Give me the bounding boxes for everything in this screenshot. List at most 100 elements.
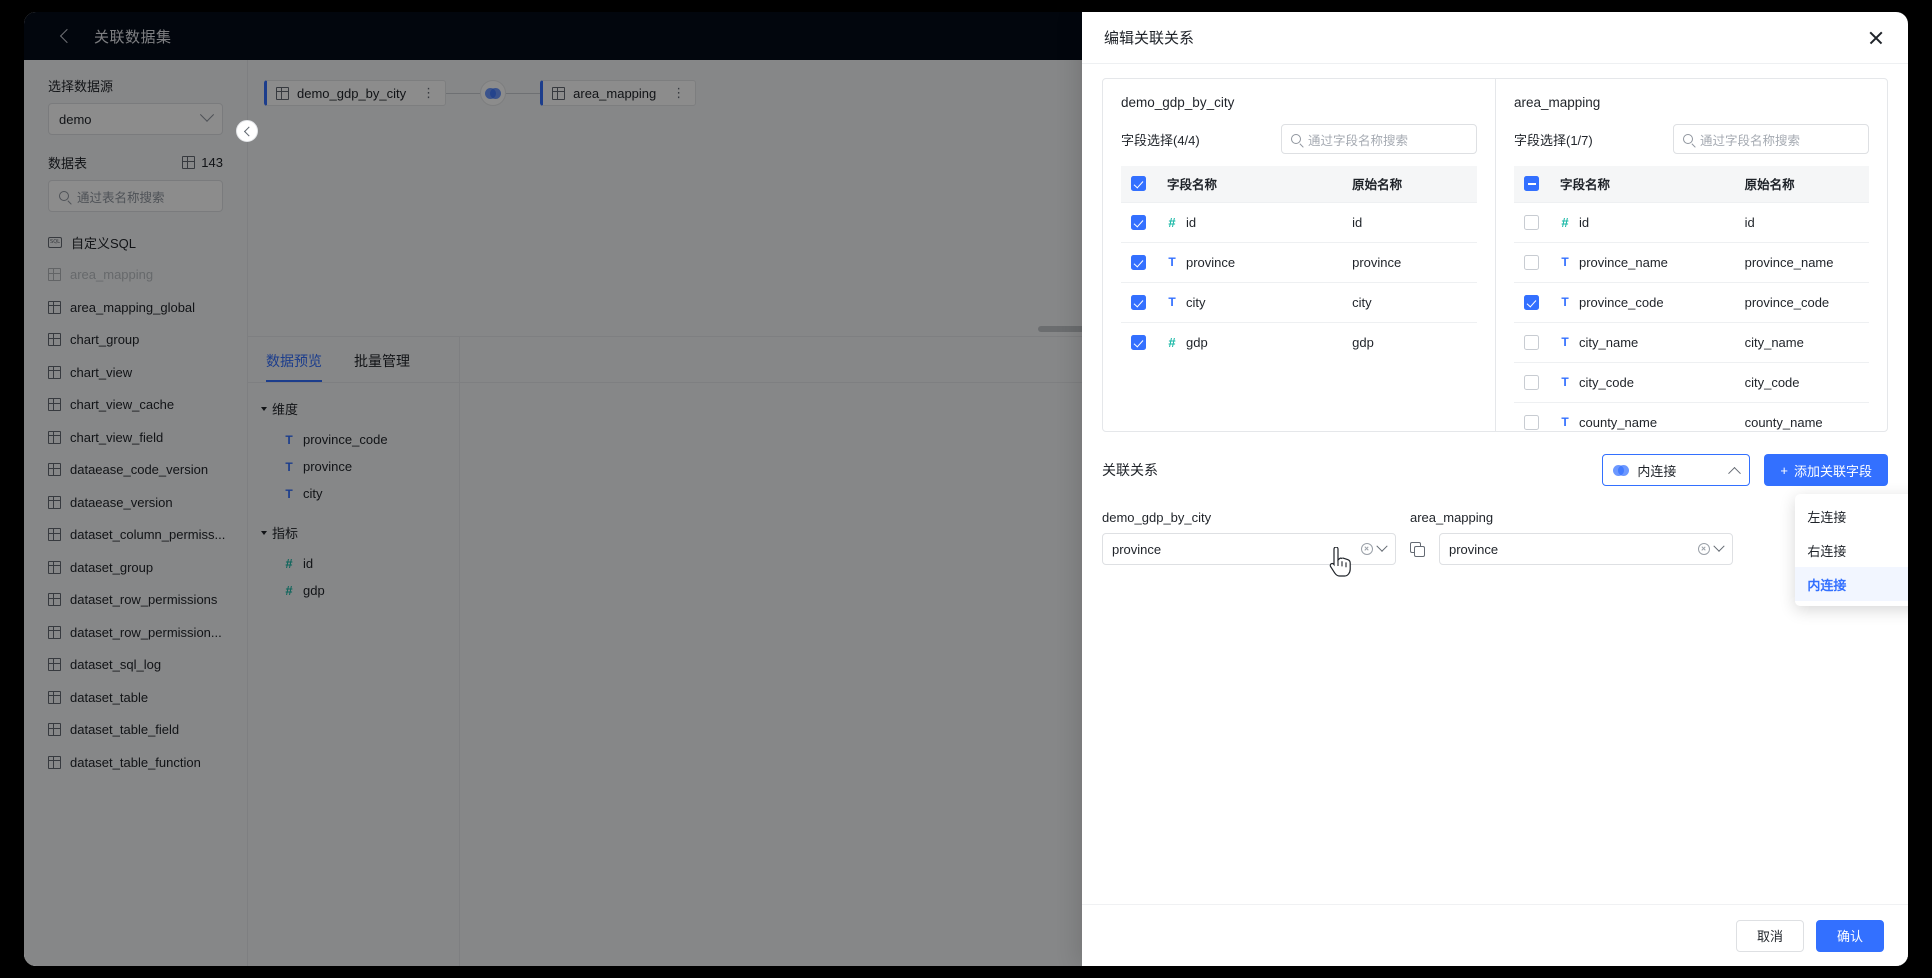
menu-item[interactable]: 左连接 bbox=[1795, 499, 1908, 533]
relation-left-field-value: province bbox=[1112, 541, 1162, 557]
field-name-cell: county_name bbox=[1579, 414, 1658, 430]
right-col-field-name: 字段名称 bbox=[1560, 166, 1745, 202]
right-select-all-checkbox[interactable] bbox=[1524, 176, 1539, 192]
table-row[interactable]: Tprovince_code province_code bbox=[1514, 281, 1869, 322]
left-pane-table-name: demo_gdp_by_city bbox=[1121, 95, 1235, 110]
row-checkbox[interactable] bbox=[1131, 215, 1146, 231]
origin-name-cell: city_name bbox=[1744, 334, 1804, 350]
relation-field-row: province province bbox=[1102, 533, 1888, 565]
origin-name-cell: id bbox=[1352, 214, 1363, 230]
row-checkbox[interactable] bbox=[1524, 375, 1539, 391]
search-icon bbox=[1291, 134, 1301, 144]
relation-header: 关联关系 内连接 + 添加关联字段 左连接 右连接 内连接 bbox=[1102, 454, 1908, 606]
left-field-search-input[interactable]: 通过字段名称搜索 bbox=[1281, 124, 1477, 154]
field-name-cell: id bbox=[1186, 214, 1197, 230]
row-checkbox[interactable] bbox=[1131, 335, 1146, 351]
relation-field-labels: demo_gdp_by_city area_mapping bbox=[1102, 510, 1888, 525]
cancel-button[interactable]: 取消 bbox=[1735, 919, 1804, 952]
clear-icon[interactable] bbox=[1698, 543, 1710, 555]
row-checkbox[interactable] bbox=[1131, 295, 1146, 311]
text-type-icon: T bbox=[1561, 415, 1569, 430]
right-field-pane: area_mapping 字段选择(1/7) 通过字段名称搜索 字段名称 原始名… bbox=[1495, 79, 1887, 431]
text-type-icon: T bbox=[1561, 375, 1569, 389]
right-field-search-placeholder: 通过字段名称搜索 bbox=[1700, 133, 1801, 148]
table-row[interactable]: # gdp gdp bbox=[1121, 321, 1477, 362]
table-row[interactable]: # id id bbox=[1121, 201, 1477, 242]
left-pane-select-label: 字段选择(4/4) bbox=[1121, 132, 1200, 148]
relation-right-table-label: area_mapping bbox=[1410, 510, 1494, 525]
relation-left-table-label: demo_gdp_by_city bbox=[1102, 510, 1212, 525]
menu-item[interactable]: 内连接 bbox=[1795, 567, 1908, 601]
text-type-icon: T bbox=[1168, 255, 1176, 269]
table-row[interactable]: Tprovince province bbox=[1121, 241, 1477, 282]
relation-left-field-select[interactable]: province bbox=[1102, 533, 1396, 565]
table-header-row: 字段名称 原始名称 bbox=[1514, 166, 1869, 202]
join-type-dropdown[interactable]: 左连接右连接内连接 bbox=[1795, 494, 1908, 606]
table-row[interactable]: Tcity city bbox=[1121, 281, 1477, 322]
number-type-icon: # bbox=[1168, 334, 1176, 350]
dialog-title: 编辑关联关系 bbox=[1104, 30, 1195, 47]
relation-header-controls: 内连接 + 添加关联字段 左连接 右连接 内连接 bbox=[1602, 454, 1908, 606]
sidebar-collapse-button[interactable] bbox=[236, 120, 258, 142]
chevron-down-icon bbox=[1376, 540, 1388, 552]
right-field-table: 字段名称 原始名称 # id id Tprovince_name province_na… bbox=[1514, 166, 1869, 431]
field-name-cell: city_name bbox=[1579, 334, 1639, 350]
number-type-icon: # bbox=[1168, 214, 1176, 230]
number-type-icon: # bbox=[1561, 214, 1569, 230]
table-row[interactable]: Tcity_code city_code bbox=[1514, 361, 1869, 402]
row-checkbox[interactable] bbox=[1524, 295, 1539, 311]
screen: 关联数据集 选择数据源 demo 数据表 143 通过表名称搜索 SQL 自定义… bbox=[0, 0, 1932, 978]
left-field-table: 字段名称 原始名称 # id id Tprovince province Tcity cit… bbox=[1121, 166, 1477, 362]
dialog-body: demo_gdp_by_city 字段选择(4/4) 通过字段名称搜索 字段名称… bbox=[1082, 64, 1908, 904]
menu-item-label: 右连接 bbox=[1807, 543, 1847, 559]
relation-section: 关联关系 内连接 + 添加关联字段 左连接 右连接 内连接 demo_gdp_b… bbox=[1102, 432, 1908, 606]
field-name-cell: city bbox=[1186, 294, 1206, 310]
join-type-value: 内连接 bbox=[1637, 463, 1677, 479]
row-checkbox[interactable] bbox=[1524, 255, 1539, 271]
table-row[interactable]: # id id bbox=[1514, 201, 1869, 242]
join-type-select[interactable]: 内连接 bbox=[1602, 454, 1751, 486]
text-type-icon: T bbox=[1168, 295, 1176, 309]
menu-item[interactable]: 右连接 bbox=[1795, 533, 1908, 567]
venn-inner-join-icon bbox=[1613, 464, 1630, 476]
origin-name-cell: province bbox=[1352, 254, 1402, 270]
field-name-cell: province bbox=[1186, 254, 1236, 270]
field-name-cell: province_code bbox=[1579, 294, 1664, 310]
table-row[interactable]: Tcounty_name county_name bbox=[1514, 401, 1869, 431]
origin-name-cell: county_name bbox=[1744, 414, 1823, 430]
left-select-all-checkbox[interactable] bbox=[1131, 176, 1146, 192]
field-name-cell: gdp bbox=[1186, 334, 1208, 350]
edit-join-dialog: 编辑关联关系 demo_gdp_by_city 字段选择(4/4) 通过字段名称… bbox=[1082, 12, 1908, 966]
relation-title: 关联关系 bbox=[1102, 462, 1158, 478]
right-pane-table-name: area_mapping bbox=[1514, 95, 1601, 110]
text-type-icon: T bbox=[1561, 335, 1569, 349]
clear-icon[interactable] bbox=[1361, 543, 1373, 555]
dialog-header: 编辑关联关系 bbox=[1082, 12, 1908, 64]
relation-right-field-value: province bbox=[1449, 541, 1499, 557]
right-field-search-input[interactable]: 通过字段名称搜索 bbox=[1673, 124, 1869, 154]
text-type-icon: T bbox=[1561, 255, 1569, 269]
confirm-button[interactable]: 确认 bbox=[1815, 919, 1884, 952]
copy-icon[interactable] bbox=[1410, 541, 1425, 557]
close-icon[interactable] bbox=[1866, 28, 1886, 48]
chevron-down-icon bbox=[1713, 540, 1725, 552]
origin-name-cell: gdp bbox=[1352, 334, 1374, 350]
origin-name-cell: city_code bbox=[1744, 374, 1800, 390]
relation-right-field-select[interactable]: province bbox=[1439, 533, 1733, 565]
table-row[interactable]: Tcity_name city_name bbox=[1514, 321, 1869, 362]
row-checkbox[interactable] bbox=[1131, 255, 1146, 271]
right-pane-select-label: 字段选择(1/7) bbox=[1514, 132, 1593, 148]
right-pane-controls: 字段选择(1/7) 通过字段名称搜索 bbox=[1514, 124, 1869, 154]
text-type-icon: T bbox=[1561, 295, 1569, 309]
table-header-row: 字段名称 原始名称 bbox=[1121, 166, 1477, 202]
row-checkbox[interactable] bbox=[1524, 215, 1539, 231]
row-checkbox[interactable] bbox=[1524, 335, 1539, 351]
field-name-cell: city_code bbox=[1579, 374, 1634, 390]
chevron-up-icon bbox=[1728, 466, 1742, 480]
add-join-field-button[interactable]: + 添加关联字段 bbox=[1764, 454, 1888, 486]
left-col-field-name: 字段名称 bbox=[1167, 166, 1353, 202]
field-name-cell: id bbox=[1579, 214, 1590, 230]
origin-name-cell: city bbox=[1352, 294, 1372, 310]
row-checkbox[interactable] bbox=[1524, 415, 1539, 431]
table-row[interactable]: Tprovince_name province_name bbox=[1514, 241, 1869, 282]
